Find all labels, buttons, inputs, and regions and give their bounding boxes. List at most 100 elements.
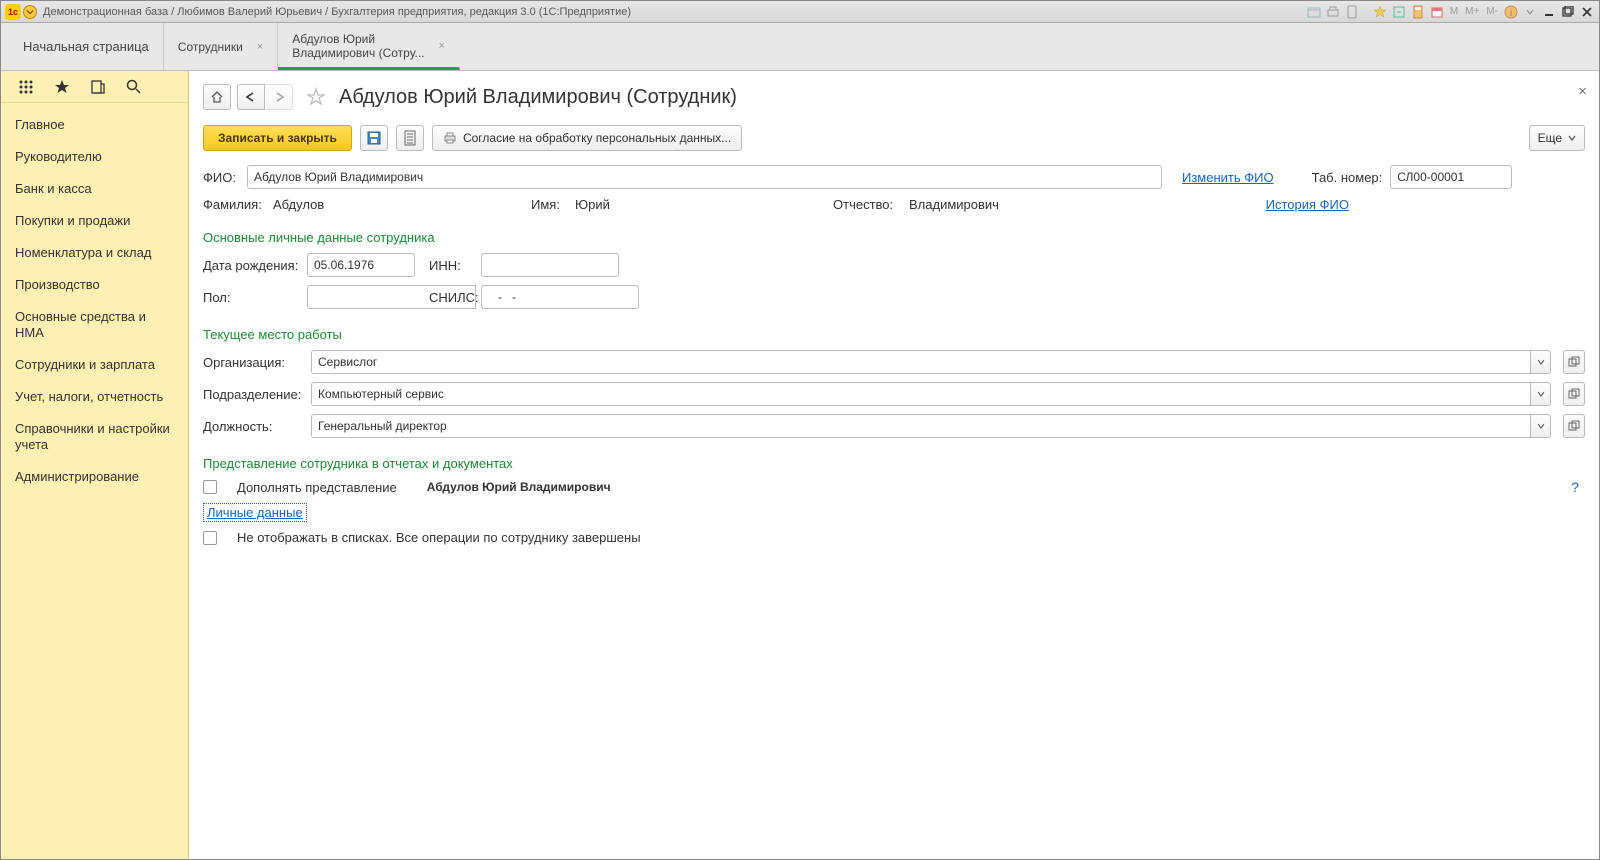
help-icon[interactable]: ? bbox=[1571, 479, 1585, 495]
more-button[interactable]: Еще bbox=[1529, 125, 1585, 151]
svg-text:i: i bbox=[1510, 8, 1512, 19]
history-fio-link[interactable]: История ФИО bbox=[1266, 197, 1349, 212]
save-close-button[interactable]: Записать и закрыть bbox=[203, 125, 352, 151]
sidebar-tools bbox=[1, 71, 188, 103]
consent-button-label: Согласие на обработку персональных данны… bbox=[463, 131, 731, 145]
dept-open-button[interactable] bbox=[1563, 382, 1585, 406]
toolbar-icon-1[interactable] bbox=[1306, 4, 1322, 20]
command-bar: Записать и закрыть Согласие на обработку… bbox=[203, 125, 1585, 151]
history-icon[interactable] bbox=[89, 78, 107, 96]
forward-button[interactable] bbox=[265, 84, 293, 110]
tabs-row: Начальная страница Сотрудники × Абдулов … bbox=[1, 23, 1599, 71]
list-button[interactable] bbox=[396, 125, 424, 151]
dob-label: Дата рождения: bbox=[203, 258, 299, 273]
patr-label: Отчество: bbox=[833, 197, 901, 212]
repr-checkbox[interactable] bbox=[203, 480, 217, 494]
sidebar-item-hr[interactable]: Сотрудники и зарплата bbox=[1, 349, 188, 381]
section-personal: Основные личные данные сотрудника bbox=[203, 230, 1585, 245]
surname-value: Абдулов bbox=[273, 197, 523, 212]
info-icon[interactable]: i bbox=[1503, 4, 1519, 20]
dept-dropdown-button[interactable] bbox=[1531, 382, 1551, 406]
sidebar-list: Главное Руководителю Банк и касса Покупк… bbox=[1, 103, 188, 499]
window-title: Демонстрационная база / Любимов Валерий … bbox=[43, 6, 1306, 18]
dropdown-icon[interactable] bbox=[1522, 4, 1538, 20]
link-icon[interactable] bbox=[1391, 4, 1407, 20]
inn-label: ИНН: bbox=[429, 258, 473, 273]
system-menu-dropdown[interactable] bbox=[23, 5, 37, 19]
pos-label: Должность: bbox=[203, 419, 303, 434]
page-header: Абдулов Юрий Владимирович (Сотрудник) bbox=[203, 79, 1585, 115]
consent-button[interactable]: Согласие на обработку персональных данны… bbox=[432, 125, 742, 151]
page-title: Абдулов Юрий Владимирович (Сотрудник) bbox=[339, 86, 737, 109]
tab-employees-label: Сотрудники bbox=[178, 40, 243, 54]
sidebar-item-inventory[interactable]: Номенклатура и склад bbox=[1, 237, 188, 269]
pos-dropdown-button[interactable] bbox=[1531, 414, 1551, 438]
sidebar-item-settings[interactable]: Справочники и настройки учета bbox=[1, 413, 188, 461]
tab-home[interactable]: Начальная страница bbox=[9, 23, 164, 70]
mem-mminus[interactable]: M- bbox=[1484, 6, 1500, 17]
printer-icon bbox=[443, 131, 457, 145]
section-work: Текущее место работы bbox=[203, 327, 1585, 342]
inn-input[interactable] bbox=[481, 253, 619, 277]
personal-data-link[interactable]: Личные данные bbox=[203, 503, 307, 522]
apps-grid-icon[interactable] bbox=[17, 78, 35, 96]
sidebar-item-assets[interactable]: Основные средства и НМА bbox=[1, 301, 188, 349]
close-form-button[interactable]: × bbox=[1578, 83, 1587, 100]
minimize-button[interactable] bbox=[1541, 5, 1557, 19]
tab-close-icon[interactable]: × bbox=[439, 40, 445, 52]
org-dropdown-button[interactable] bbox=[1531, 350, 1551, 374]
tabnum-input[interactable] bbox=[1390, 165, 1512, 189]
sidebar-item-manager[interactable]: Руководителю bbox=[1, 141, 188, 173]
pos-input[interactable] bbox=[311, 414, 1531, 438]
dob-input[interactable] bbox=[307, 253, 415, 277]
tab-employee-card[interactable]: Абдулов Юрий Владимирович (Сотру... × bbox=[278, 23, 460, 70]
snils-label: СНИЛС: bbox=[429, 290, 473, 305]
doc-icon[interactable] bbox=[1344, 4, 1360, 20]
tab-close-icon[interactable]: × bbox=[257, 41, 263, 53]
tab-employees[interactable]: Сотрудники × bbox=[164, 23, 278, 70]
sidebar-item-production[interactable]: Производство bbox=[1, 269, 188, 301]
fio-label: ФИО: bbox=[203, 170, 239, 185]
hide-checkbox[interactable] bbox=[203, 531, 217, 545]
sidebar-item-trade[interactable]: Покупки и продажи bbox=[1, 205, 188, 237]
back-button[interactable] bbox=[237, 84, 265, 110]
save-button[interactable] bbox=[360, 125, 388, 151]
dept-input[interactable] bbox=[311, 382, 1531, 406]
app-logo: 1c bbox=[5, 4, 21, 20]
fio-input[interactable] bbox=[247, 165, 1162, 189]
org-label: Организация: bbox=[203, 355, 303, 370]
home-button[interactable] bbox=[203, 84, 231, 110]
tab-employee-label-2: Владимирович (Сотру... bbox=[292, 46, 424, 60]
tabnum-label: Таб. номер: bbox=[1312, 170, 1383, 185]
favorite-star-icon[interactable] bbox=[1372, 4, 1388, 20]
mem-mplus[interactable]: M+ bbox=[1463, 6, 1481, 17]
search-icon[interactable] bbox=[125, 78, 143, 96]
maximize-button[interactable] bbox=[1560, 5, 1576, 19]
org-input[interactable] bbox=[311, 350, 1531, 374]
more-button-label: Еще bbox=[1538, 131, 1562, 145]
close-window-button[interactable] bbox=[1579, 5, 1595, 19]
surname-label: Фамилия: bbox=[203, 197, 265, 212]
name-label: Имя: bbox=[531, 197, 567, 212]
calculator-icon[interactable] bbox=[1410, 4, 1426, 20]
favorite-toggle-icon[interactable] bbox=[305, 86, 327, 108]
pos-open-button[interactable] bbox=[1563, 414, 1585, 438]
dept-label: Подразделение: bbox=[203, 387, 303, 402]
org-open-button[interactable] bbox=[1563, 350, 1585, 374]
calendar-icon[interactable] bbox=[1429, 4, 1445, 20]
repr-bold-name: Абдулов Юрий Владимирович bbox=[427, 480, 611, 494]
snils-input[interactable] bbox=[481, 285, 639, 309]
content-area: × Абдулов Юрий Владимирович (Сотрудник) … bbox=[189, 71, 1599, 859]
hide-label: Не отображать в списках. Все операции по… bbox=[237, 530, 641, 545]
mem-m[interactable]: M bbox=[1448, 6, 1460, 17]
sidebar-item-bank[interactable]: Банк и касса bbox=[1, 173, 188, 205]
chevron-down-icon bbox=[1568, 134, 1576, 142]
sidebar-item-main[interactable]: Главное bbox=[1, 109, 188, 141]
sidebar-item-accounting[interactable]: Учет, налоги, отчетность bbox=[1, 381, 188, 413]
sidebar: Главное Руководителю Банк и касса Покупк… bbox=[1, 71, 189, 859]
change-fio-link[interactable]: Изменить ФИО bbox=[1182, 170, 1274, 185]
sidebar-item-admin[interactable]: Администрирование bbox=[1, 461, 188, 493]
star-icon[interactable] bbox=[53, 78, 71, 96]
print-icon[interactable] bbox=[1325, 4, 1341, 20]
repr-check-label: Дополнять представление bbox=[237, 480, 397, 495]
